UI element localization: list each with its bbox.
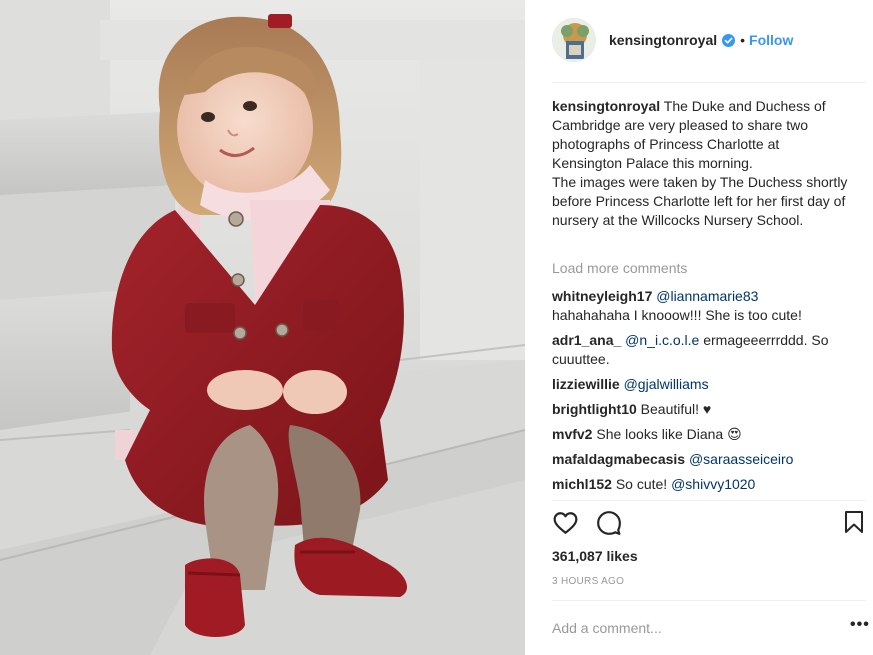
comment-item: brightlight10 Beautiful! ♥ xyxy=(552,400,852,419)
caption-username[interactable]: kensingtonroyal xyxy=(552,98,660,114)
bookmark-icon[interactable] xyxy=(844,510,864,534)
comment-item: michl152 So cute! @shivvy1020 xyxy=(552,475,852,494)
comment-username[interactable]: michl152 xyxy=(552,476,612,492)
comment-mention[interactable]: @saraasseiceiro xyxy=(689,451,793,467)
add-comment-input[interactable] xyxy=(552,617,842,639)
comment-username[interactable]: brightlight10 xyxy=(552,401,637,417)
heart-icon[interactable] xyxy=(552,510,579,536)
comment-text: Beautiful! ♥ xyxy=(640,401,712,417)
verified-badge-icon xyxy=(722,33,736,47)
load-more-comments-link[interactable]: Load more comments xyxy=(552,260,687,276)
post-caption: kensingtonroyal The Duke and Duchess of … xyxy=(552,97,852,230)
comment-text: So cute! xyxy=(615,476,672,492)
comment-text: hahahahaha I knooow!!! She is too cute! xyxy=(552,307,802,323)
comment-mention[interactable]: @liannamarie83 xyxy=(656,288,758,304)
comment-input-divider xyxy=(552,600,866,601)
avatar[interactable] xyxy=(552,18,596,62)
separator-dot: • xyxy=(740,32,746,48)
comment-username[interactable]: mvfv2 xyxy=(552,426,592,442)
comment-item: lizziewillie @gjalwilliams xyxy=(552,375,852,394)
comment-username[interactable]: mafaldagmabecasis xyxy=(552,451,685,467)
post-header: kensingtonroyal • Follow xyxy=(552,17,866,63)
post-timestamp[interactable]: 3 HOURS AGO xyxy=(552,576,624,587)
post-username[interactable]: kensingtonroyal xyxy=(609,32,717,48)
comment-username[interactable]: whitneyleigh17 xyxy=(552,288,652,304)
caption-text-2: The images were taken by The Duchess sho… xyxy=(552,174,848,228)
comment-mention[interactable]: @n_i.c.o.l.e xyxy=(625,332,699,348)
post-photo[interactable] xyxy=(0,0,525,655)
actions-divider xyxy=(552,500,866,501)
comment-text: She looks like Diana 😍 xyxy=(596,426,742,442)
header-divider xyxy=(552,82,866,83)
likes-count[interactable]: 361,087 likes xyxy=(552,548,638,564)
comment-username[interactable]: lizziewillie xyxy=(552,376,620,392)
follow-button[interactable]: Follow xyxy=(749,32,793,48)
comment-icon[interactable] xyxy=(596,510,622,536)
comment-mention[interactable]: @shivvy1020 xyxy=(671,476,755,492)
photo-illustration xyxy=(0,0,525,655)
post-actions xyxy=(552,510,866,540)
comment-mention[interactable]: @gjalwilliams xyxy=(624,376,709,392)
comments-list: whitneyleigh17 @liannamarie83 hahahahaha… xyxy=(552,287,852,500)
more-options-button[interactable]: ••• xyxy=(850,616,870,634)
comment-item: mvfv2 She looks like Diana 😍 xyxy=(552,425,852,444)
post-details-pane: kensingtonroyal • Follow kensingtonroyal… xyxy=(525,0,873,655)
comment-item: mafaldagmabecasis @saraasseiceiro xyxy=(552,450,852,469)
comment-item: whitneyleigh17 @liannamarie83 hahahahaha… xyxy=(552,287,852,325)
comment-username[interactable]: adr1_ana_ xyxy=(552,332,621,348)
comment-item: adr1_ana_ @n_i.c.o.l.e ermageeerrrddd. S… xyxy=(552,331,852,369)
